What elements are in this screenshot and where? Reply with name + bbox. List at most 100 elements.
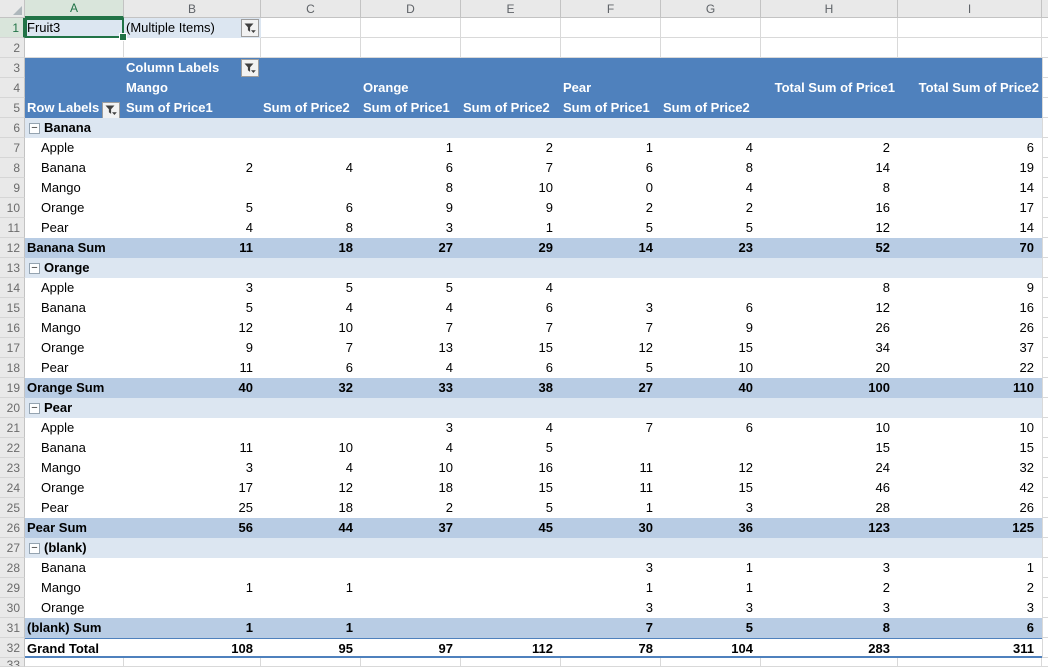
- cell-C31[interactable]: 1: [261, 618, 361, 638]
- cell-E32[interactable]: 112: [461, 638, 561, 658]
- filter-button-row-labels[interactable]: [102, 102, 120, 119]
- cell-I24[interactable]: 42: [898, 478, 1042, 498]
- cell-I21[interactable]: 10: [898, 418, 1042, 438]
- cell-H28[interactable]: 3: [761, 558, 898, 578]
- cell-D25[interactable]: 2: [361, 498, 461, 518]
- row-header-22[interactable]: 22: [0, 438, 25, 458]
- cell-D29[interactable]: [361, 578, 461, 598]
- cell-E10[interactable]: 9: [461, 198, 561, 218]
- cell-A23[interactable]: Mango: [25, 458, 124, 478]
- cell-C7[interactable]: [261, 138, 361, 158]
- cell-B16[interactable]: 12: [124, 318, 261, 338]
- cell-C20[interactable]: [261, 398, 361, 418]
- cell-H10[interactable]: 16: [761, 198, 898, 218]
- cell-B1[interactable]: (Multiple Items): [124, 18, 261, 38]
- cell-B31[interactable]: 1: [124, 618, 261, 638]
- row-header-24[interactable]: 24: [0, 478, 25, 498]
- cell-C2[interactable]: [261, 38, 361, 58]
- cell-D7[interactable]: 1: [361, 138, 461, 158]
- cell-I5[interactable]: [898, 98, 1042, 118]
- cell-D5[interactable]: Sum of Price1: [361, 98, 461, 118]
- cell-I1[interactable]: [898, 18, 1042, 38]
- cell-F18[interactable]: 5: [561, 358, 661, 378]
- cell-H11[interactable]: 12: [761, 218, 898, 238]
- cell-D3[interactable]: [361, 58, 461, 78]
- row-header-16[interactable]: 16: [0, 318, 25, 338]
- cell-A26[interactable]: Pear Sum: [25, 518, 124, 538]
- cell-B29[interactable]: 1: [124, 578, 261, 598]
- cell-F8[interactable]: 6: [561, 158, 661, 178]
- cell-F15[interactable]: 3: [561, 298, 661, 318]
- cell-E7[interactable]: 2: [461, 138, 561, 158]
- cell-C27[interactable]: [261, 538, 361, 558]
- row-header-32[interactable]: 32: [0, 638, 25, 658]
- cell-F21[interactable]: 7: [561, 418, 661, 438]
- cell-B20[interactable]: [124, 398, 261, 418]
- row-header-7[interactable]: 7: [0, 138, 25, 158]
- collapse-button-orange[interactable]: −: [29, 263, 40, 274]
- cell-C14[interactable]: 5: [261, 278, 361, 298]
- cell-G15[interactable]: 6: [661, 298, 761, 318]
- cell-H8[interactable]: 14: [761, 158, 898, 178]
- cell-F4[interactable]: Pear: [561, 78, 661, 98]
- cell-E33[interactable]: [461, 658, 561, 667]
- cell-H6[interactable]: [761, 118, 898, 138]
- cell-H7[interactable]: 2: [761, 138, 898, 158]
- cell-G18[interactable]: 10: [661, 358, 761, 378]
- cell-G16[interactable]: 9: [661, 318, 761, 338]
- cell-E25[interactable]: 5: [461, 498, 561, 518]
- cell-D20[interactable]: [361, 398, 461, 418]
- cell-H15[interactable]: 12: [761, 298, 898, 318]
- cell-D15[interactable]: 4: [361, 298, 461, 318]
- cell-B11[interactable]: 4: [124, 218, 261, 238]
- cell-A19[interactable]: Orange Sum: [25, 378, 124, 398]
- cell-D1[interactable]: [361, 18, 461, 38]
- cell-E26[interactable]: 45: [461, 518, 561, 538]
- row-header-10[interactable]: 10: [0, 198, 25, 218]
- cell-I29[interactable]: 2: [898, 578, 1042, 598]
- cell-C17[interactable]: 7: [261, 338, 361, 358]
- cell-G17[interactable]: 15: [661, 338, 761, 358]
- row-header-13[interactable]: 13: [0, 258, 25, 278]
- row-header-31[interactable]: 31: [0, 618, 25, 638]
- cell-G2[interactable]: [661, 38, 761, 58]
- cell-G3[interactable]: [661, 58, 761, 78]
- row-header-11[interactable]: 11: [0, 218, 25, 238]
- cell-D17[interactable]: 13: [361, 338, 461, 358]
- row-header-21[interactable]: 21: [0, 418, 25, 438]
- cell-C21[interactable]: [261, 418, 361, 438]
- cell-F29[interactable]: 1: [561, 578, 661, 598]
- cell-E23[interactable]: 16: [461, 458, 561, 478]
- cell-H13[interactable]: [761, 258, 898, 278]
- cell-G23[interactable]: 12: [661, 458, 761, 478]
- cell-I17[interactable]: 37: [898, 338, 1042, 358]
- cell-B23[interactable]: 3: [124, 458, 261, 478]
- cell-F1[interactable]: [561, 18, 661, 38]
- cell-B14[interactable]: 3: [124, 278, 261, 298]
- row-header-28[interactable]: 28: [0, 558, 25, 578]
- cell-A17[interactable]: Orange: [25, 338, 124, 358]
- cell-F27[interactable]: [561, 538, 661, 558]
- cell-A33[interactable]: [25, 658, 124, 667]
- cell-F3[interactable]: [561, 58, 661, 78]
- cell-E4[interactable]: [461, 78, 561, 98]
- cell-D11[interactable]: 3: [361, 218, 461, 238]
- cell-A21[interactable]: Apple: [25, 418, 124, 438]
- cell-H26[interactable]: 123: [761, 518, 898, 538]
- cell-A7[interactable]: Apple: [25, 138, 124, 158]
- cell-D21[interactable]: 3: [361, 418, 461, 438]
- cell-G14[interactable]: [661, 278, 761, 298]
- cell-A11[interactable]: Pear: [25, 218, 124, 238]
- cell-B30[interactable]: [124, 598, 261, 618]
- collapse-button-pear[interactable]: −: [29, 403, 40, 414]
- cell-B5[interactable]: Sum of Price1: [124, 98, 261, 118]
- cell-C11[interactable]: 8: [261, 218, 361, 238]
- cell-I14[interactable]: 9: [898, 278, 1042, 298]
- cell-F33[interactable]: [561, 658, 661, 667]
- filter-button-report[interactable]: [241, 19, 259, 37]
- row-header-26[interactable]: 26: [0, 518, 25, 538]
- row-header-1[interactable]: 1: [0, 18, 25, 38]
- cell-A30[interactable]: Orange: [25, 598, 124, 618]
- cell-B32[interactable]: 108: [124, 638, 261, 658]
- cell-C8[interactable]: 4: [261, 158, 361, 178]
